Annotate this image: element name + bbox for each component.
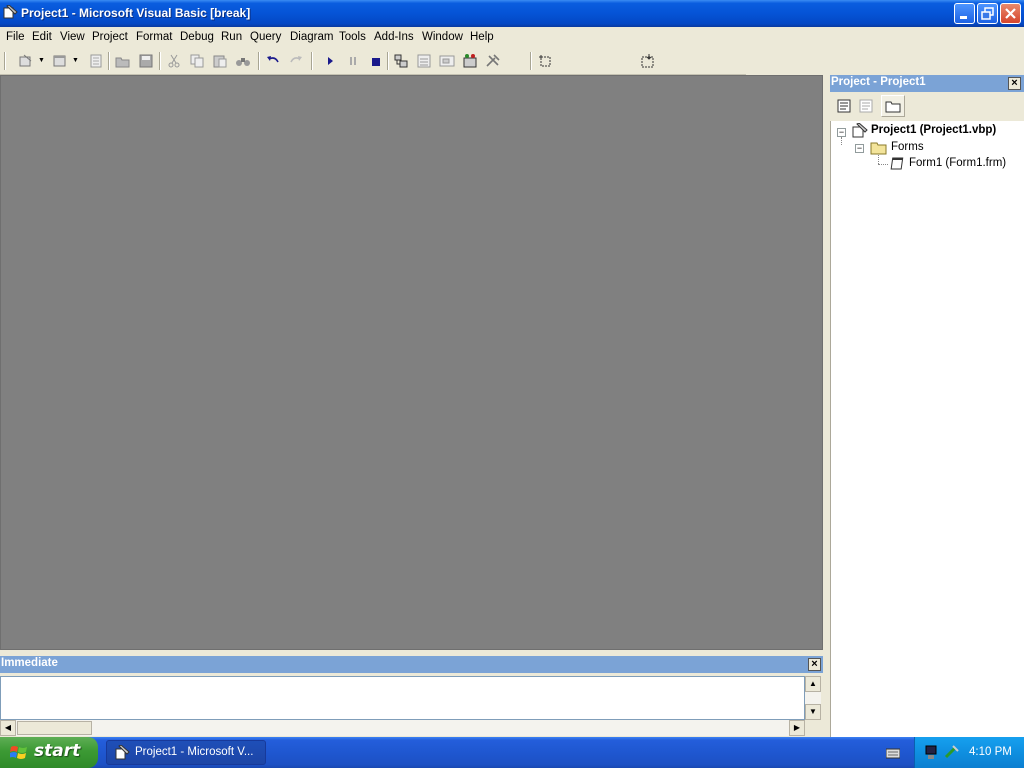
scroll-right-icon[interactable]: ▶ bbox=[789, 720, 805, 736]
end-icon[interactable] bbox=[368, 53, 384, 69]
menu-format[interactable]: Format bbox=[136, 31, 172, 43]
start-icon[interactable] bbox=[322, 53, 338, 69]
view-object-icon[interactable] bbox=[858, 98, 874, 114]
project-icon bbox=[852, 123, 868, 138]
menu-debug[interactable]: Debug bbox=[180, 31, 214, 43]
project-window-titlebar[interactable]: Project - Project1 × bbox=[830, 75, 1024, 92]
tree-forms-folder[interactable]: Forms bbox=[891, 141, 924, 153]
menu-tools[interactable]: Tools bbox=[339, 31, 366, 43]
immediate-window-titlebar[interactable]: Immediate × bbox=[0, 656, 823, 673]
add-form-dropdown-icon[interactable]: ▼ bbox=[72, 57, 79, 64]
redo-icon[interactable] bbox=[288, 53, 304, 69]
menu-editor-icon[interactable] bbox=[88, 53, 104, 69]
close-icon[interactable]: × bbox=[808, 658, 821, 671]
find-icon[interactable] bbox=[235, 53, 251, 69]
immediate-text-area[interactable] bbox=[0, 676, 805, 720]
scroll-thumb[interactable] bbox=[17, 721, 92, 735]
menu-diagram[interactable]: Diagram bbox=[290, 31, 333, 43]
safely-remove-hardware-icon[interactable] bbox=[943, 745, 959, 761]
windows-flag-icon bbox=[10, 746, 27, 759]
minimize-icon[interactable] bbox=[954, 3, 975, 24]
vertical-scrollbar[interactable]: ▲ ▼ bbox=[805, 676, 821, 720]
menu-run[interactable]: Run bbox=[221, 31, 242, 43]
project-window: Project - Project1 × − Project1 (Project… bbox=[830, 75, 1024, 737]
break-icon[interactable] bbox=[345, 53, 361, 69]
toggle-folders-button[interactable] bbox=[881, 95, 905, 117]
add-project-icon[interactable] bbox=[18, 53, 34, 69]
menu-bar: File Edit View Project Format Debug Run … bbox=[0, 27, 1024, 48]
view-code-icon[interactable] bbox=[836, 98, 852, 114]
project-window-toolbar bbox=[830, 92, 1024, 122]
paste-icon[interactable] bbox=[212, 53, 228, 69]
menu-project[interactable]: Project bbox=[92, 31, 128, 43]
object-browser-icon[interactable] bbox=[462, 53, 478, 69]
restore-icon[interactable] bbox=[977, 3, 998, 24]
size-icon[interactable] bbox=[640, 53, 656, 69]
close-icon[interactable]: × bbox=[1008, 77, 1021, 90]
tree-form1-item[interactable]: Form1 (Form1.frm) bbox=[909, 157, 1006, 169]
taskbar-button-vb[interactable]: Project1 - Microsoft V... bbox=[106, 740, 266, 765]
scroll-left-icon[interactable]: ◀ bbox=[0, 720, 16, 736]
menu-file[interactable]: File bbox=[6, 31, 25, 43]
immediate-window-title: Immediate bbox=[1, 657, 58, 669]
project-explorer-icon[interactable] bbox=[393, 53, 409, 69]
menu-query[interactable]: Query bbox=[250, 31, 281, 43]
keyboard-icon[interactable] bbox=[886, 747, 900, 759]
horizontal-scrollbar[interactable]: ◀ ▶ bbox=[0, 720, 805, 736]
copy-icon[interactable] bbox=[189, 53, 205, 69]
title-bar[interactable]: Project1 - Microsoft Visual Basic [break… bbox=[0, 0, 1024, 27]
tree-collapse-icon[interactable]: − bbox=[837, 128, 846, 137]
properties-window-icon[interactable] bbox=[416, 53, 432, 69]
toggle-folders-icon bbox=[885, 101, 901, 113]
vb-app-icon[interactable] bbox=[3, 5, 18, 20]
save-project-icon[interactable] bbox=[138, 53, 154, 69]
project-tree[interactable]: − Project1 (Project1.vbp) − Forms Form1 … bbox=[830, 121, 1024, 737]
scroll-up-icon[interactable]: ▲ bbox=[805, 676, 821, 692]
menu-window[interactable]: Window bbox=[422, 31, 463, 43]
scroll-down-icon[interactable]: ▼ bbox=[805, 704, 821, 720]
folder-icon bbox=[870, 142, 887, 155]
clock: 4:10 PM bbox=[969, 746, 1012, 758]
tree-project-root[interactable]: Project1 (Project1.vbp) bbox=[871, 124, 996, 136]
menu-help[interactable]: Help bbox=[470, 31, 494, 43]
system-tray: 4:10 PM bbox=[914, 737, 1024, 768]
taskbar-button-label: Project1 - Microsoft V... bbox=[135, 746, 254, 758]
form-icon bbox=[890, 157, 904, 170]
toolbar-empty-area bbox=[746, 48, 1024, 74]
project-window-title: Project - Project1 bbox=[831, 76, 926, 88]
add-project-dropdown-icon[interactable]: ▼ bbox=[38, 57, 45, 64]
taskbar: start Project1 - Microsoft V... 4:10 PM bbox=[0, 737, 1024, 768]
window-title: Project1 - Microsoft Visual Basic [break… bbox=[21, 6, 251, 20]
immediate-window: Immediate × ▲ ▼ ◀ ▶ bbox=[0, 656, 823, 737]
vb-app-icon bbox=[115, 745, 130, 760]
toolbox-icon[interactable] bbox=[485, 53, 501, 69]
tree-collapse-icon[interactable]: − bbox=[855, 144, 864, 153]
add-form-icon[interactable] bbox=[52, 53, 68, 69]
undo-icon[interactable] bbox=[265, 53, 281, 69]
standard-toolbar: ▼ ▼ bbox=[0, 48, 746, 75]
start-label: start bbox=[34, 741, 81, 761]
menu-view[interactable]: View bbox=[60, 31, 85, 43]
cut-icon[interactable] bbox=[166, 53, 182, 69]
network-icon[interactable] bbox=[925, 745, 939, 761]
form-layout-icon[interactable] bbox=[439, 53, 455, 69]
open-project-icon[interactable] bbox=[115, 53, 131, 69]
window-splitter[interactable] bbox=[823, 75, 830, 737]
mdi-client-area[interactable] bbox=[0, 75, 823, 650]
start-button[interactable]: start bbox=[0, 737, 98, 768]
toolbar-grip[interactable] bbox=[4, 52, 6, 70]
close-icon[interactable] bbox=[1000, 3, 1021, 24]
position-icon[interactable] bbox=[537, 53, 553, 69]
menu-addins[interactable]: Add-Ins bbox=[374, 31, 414, 43]
menu-edit[interactable]: Edit bbox=[32, 31, 52, 43]
